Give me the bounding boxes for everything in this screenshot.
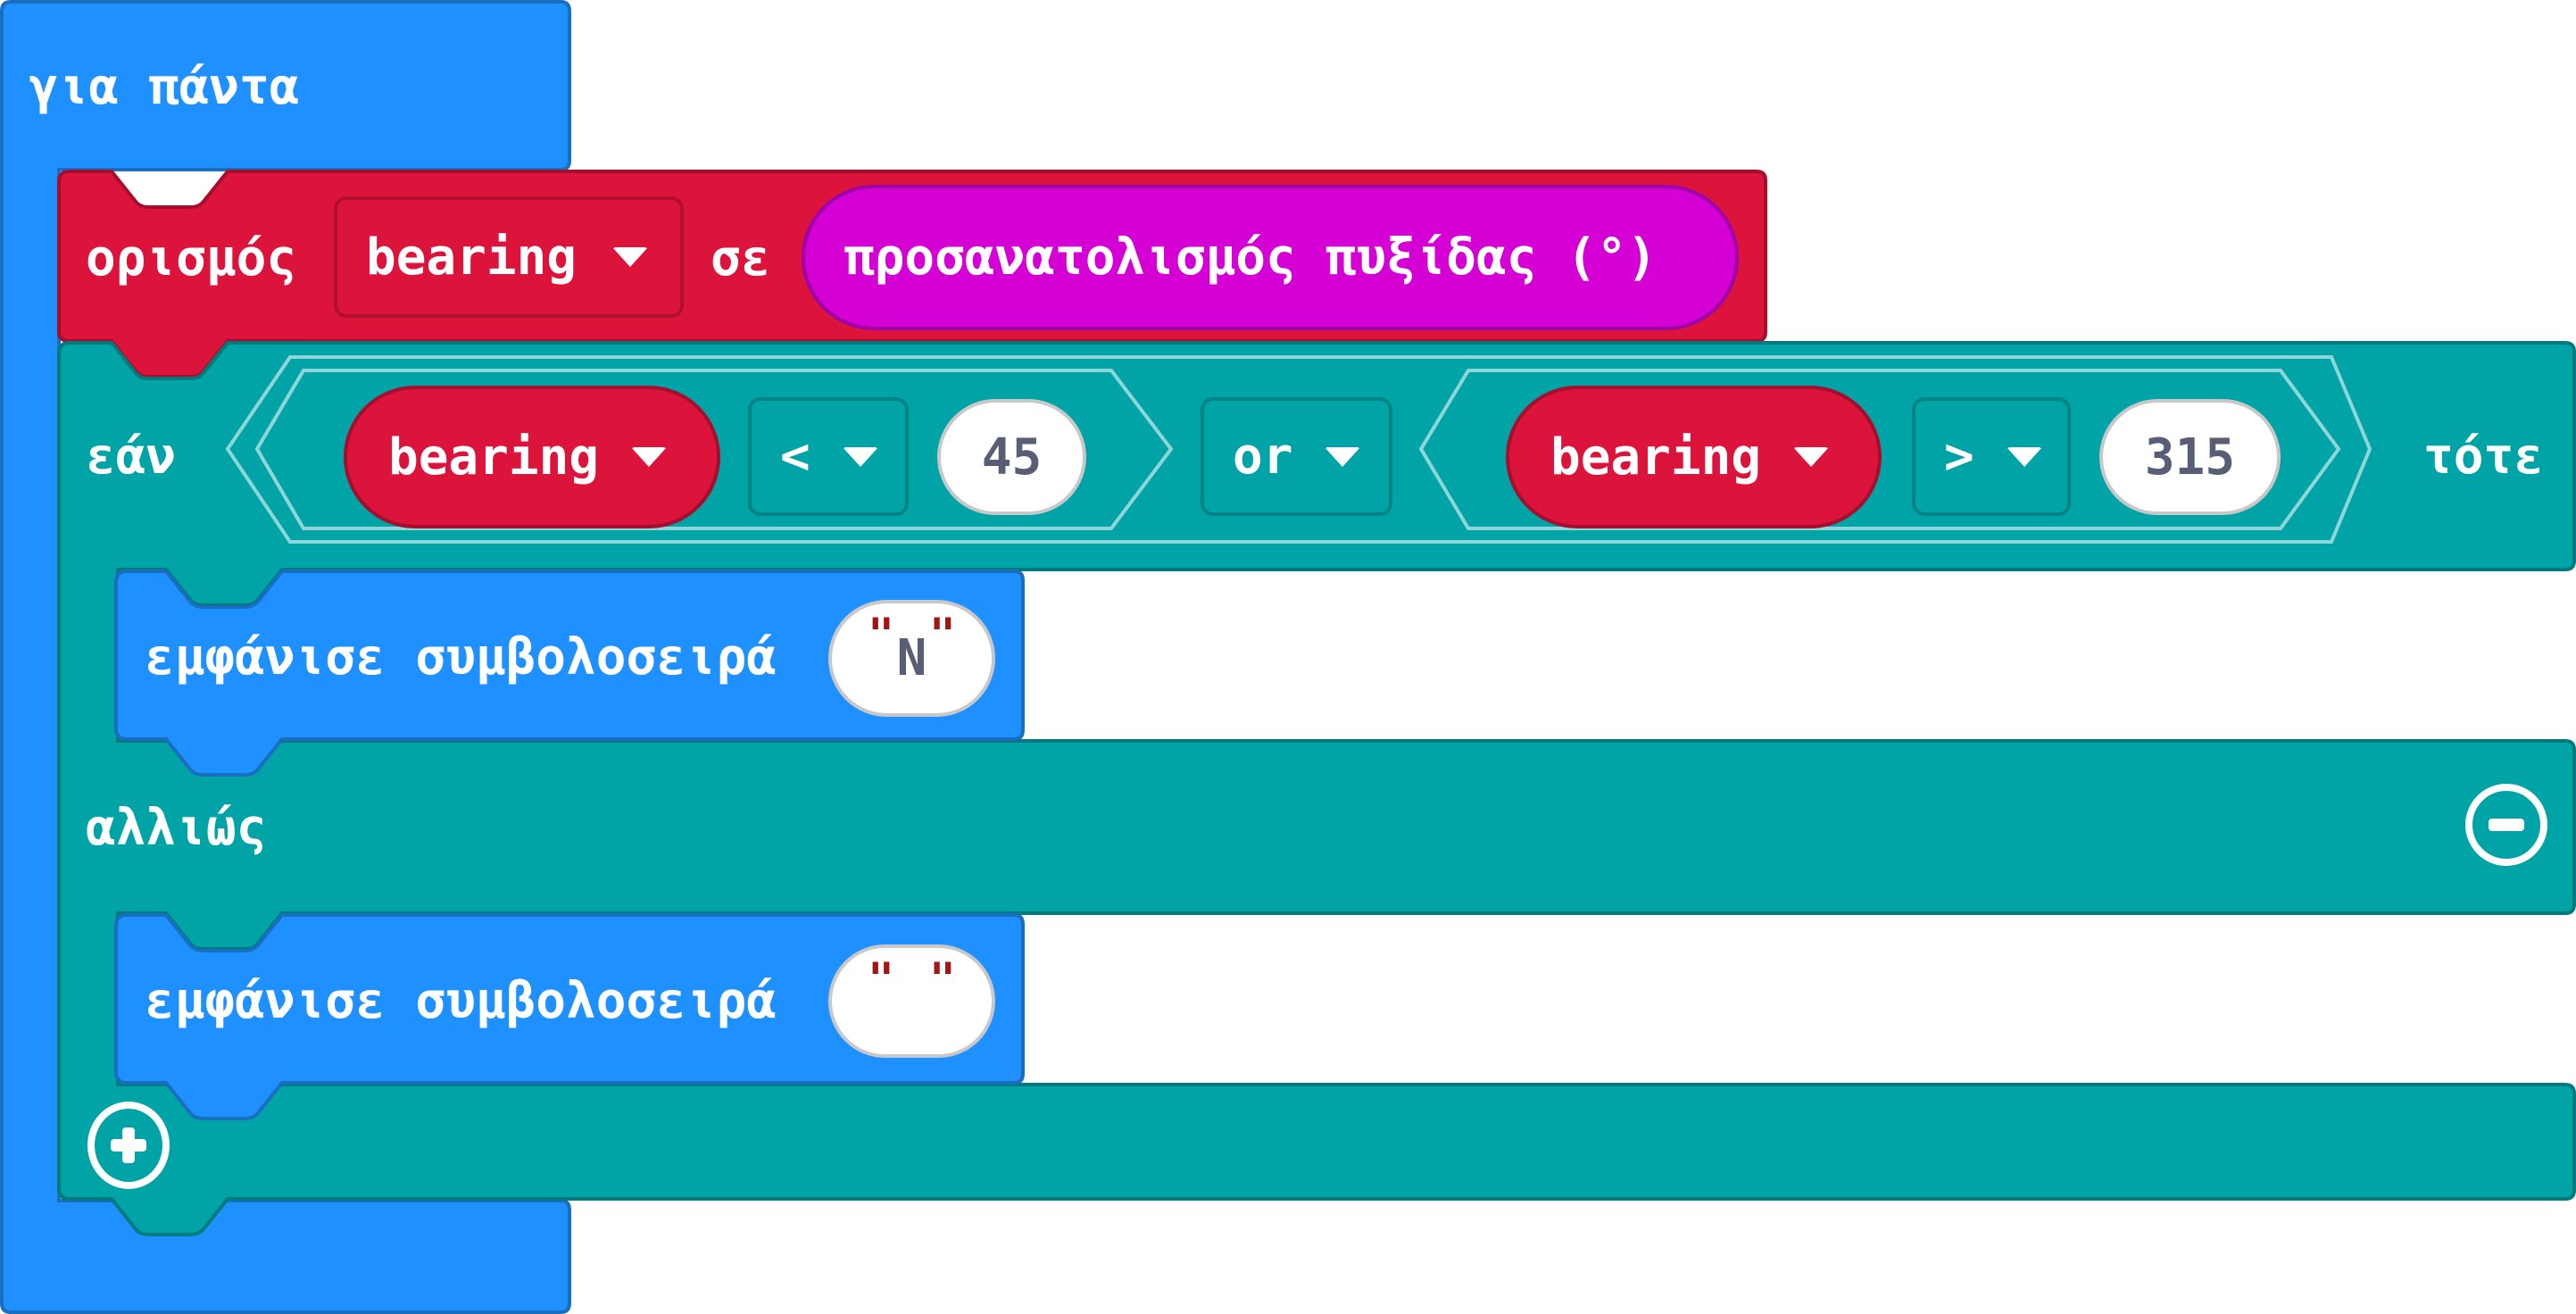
operator-right: >	[1944, 428, 1974, 486]
triangle-down-icon	[842, 446, 878, 467]
then-label: τότε	[2423, 428, 2544, 486]
number-value-right: 315	[2144, 428, 2236, 487]
open-quote: "	[868, 609, 895, 661]
open-quote: "	[868, 953, 895, 1005]
number-input-right[interactable]: 315	[2099, 399, 2281, 515]
show-string-label-then: εμφάνισε συμβολοσειρά	[145, 628, 777, 686]
string-input-else[interactable]: " "	[828, 944, 995, 1058]
number-input-left[interactable]: 45	[937, 399, 1086, 515]
variable-reporter-right[interactable]: bearing	[1506, 386, 1882, 528]
number-value-left: 45	[981, 428, 1043, 487]
variable-name-left: bearing	[388, 428, 600, 487]
operator-dropdown-right[interactable]: >	[1912, 397, 2071, 516]
variable-name: bearing	[366, 228, 578, 287]
string-value-then: N	[896, 629, 927, 687]
logic-operator: or	[1233, 428, 1293, 486]
compass-heading-block[interactable]: προσανατολισμός πυξίδας (°)	[802, 185, 1739, 330]
close-quote: "	[928, 953, 956, 1005]
string-input-then[interactable]: " N "	[828, 600, 995, 717]
compass-heading-label: προσανατολισμός πυξίδας (°)	[844, 229, 1658, 287]
logic-operator-dropdown[interactable]: or	[1201, 397, 1392, 516]
variable-reporter-left[interactable]: bearing	[344, 386, 720, 528]
operator-dropdown-left[interactable]: <	[748, 397, 909, 516]
triangle-down-icon	[2006, 446, 2042, 467]
operator-left: <	[780, 428, 810, 486]
minus-circle-icon[interactable]	[2465, 784, 2547, 866]
else-label: αλλιώς	[86, 799, 267, 857]
show-string-label-else: εμφάνισε συμβολοσειρά	[145, 972, 777, 1030]
if-label: εάν	[86, 428, 177, 486]
to-label: σε	[710, 229, 771, 287]
set-label: ορισμός	[86, 229, 297, 287]
triangle-down-icon	[631, 447, 668, 467]
variable-dropdown[interactable]: bearing	[334, 196, 684, 318]
close-quote: "	[928, 609, 956, 661]
triangle-down-icon	[1325, 446, 1361, 467]
plus-circle-icon[interactable]	[87, 1102, 170, 1189]
triangle-down-icon	[612, 247, 649, 267]
variable-name-right: bearing	[1550, 428, 1762, 487]
triangle-down-icon	[1793, 447, 1830, 467]
forever-label: για πάντα	[29, 58, 300, 116]
